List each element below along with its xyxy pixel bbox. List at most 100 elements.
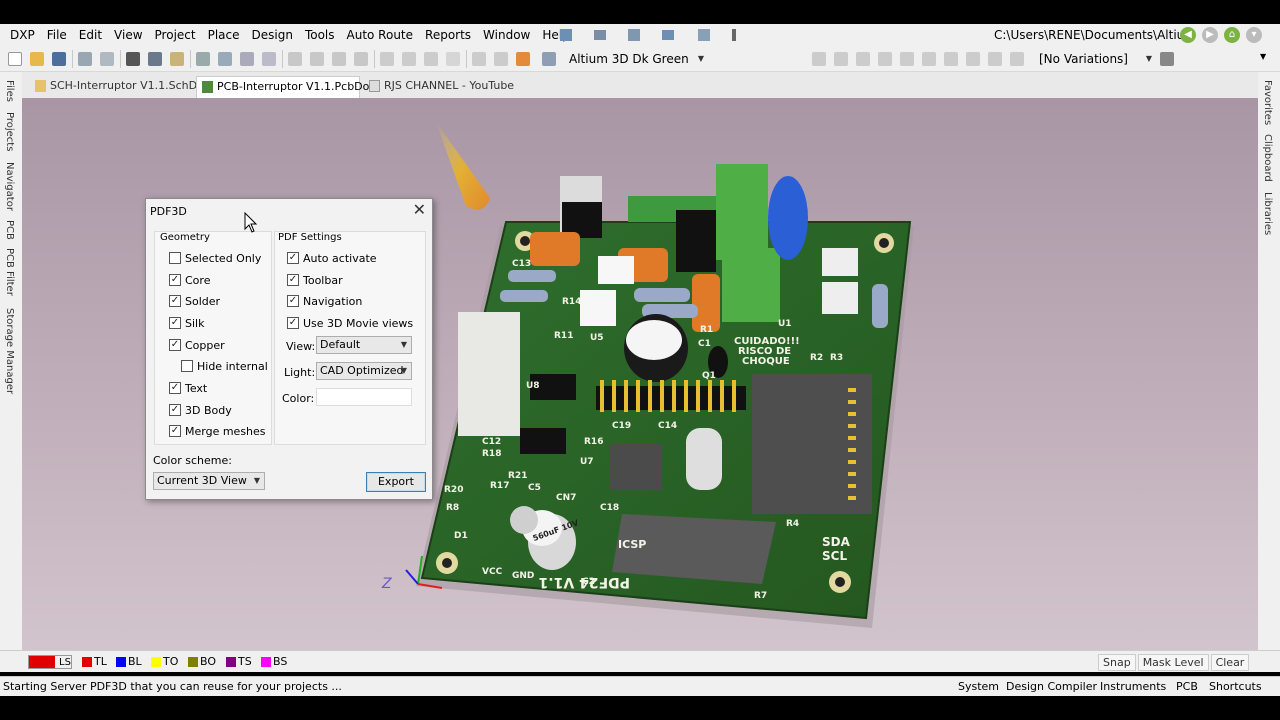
checkbox-toolbar[interactable]: ✓ Toolbar xyxy=(287,274,343,287)
menu-place[interactable]: Place xyxy=(202,24,246,46)
checkbox-selected-only[interactable]: Selected Only xyxy=(169,252,261,265)
checkbox-silk[interactable]: ✓ Silk xyxy=(169,317,204,330)
zoom-fit-icon[interactable] xyxy=(196,52,210,66)
clear-filter-icon[interactable] xyxy=(446,52,460,66)
back-icon[interactable]: ◀ xyxy=(1180,27,1196,43)
string-icon[interactable] xyxy=(988,52,1002,66)
new-document-icon[interactable] xyxy=(8,52,22,66)
arc-icon[interactable] xyxy=(922,52,936,66)
move-icon[interactable] xyxy=(402,52,416,66)
panel-tab-libraries[interactable]: Libraries xyxy=(1262,192,1273,235)
redo-icon[interactable] xyxy=(494,52,508,66)
forward-icon[interactable]: ▶ xyxy=(1202,27,1218,43)
menu-project[interactable]: Project xyxy=(149,24,202,46)
menu-toolbar-icons[interactable] xyxy=(558,27,738,43)
menu-chevron-icon[interactable]: ▾ xyxy=(1246,27,1262,43)
zoom-filter-icon[interactable] xyxy=(262,52,276,66)
status-panel-pcb[interactable]: PCB xyxy=(1176,680,1198,693)
checkbox-navigation[interactable]: ✓ Navigation xyxy=(287,295,362,308)
checkbox-auto-activate[interactable]: ✓ Auto activate xyxy=(287,252,377,265)
menu-view[interactable]: View xyxy=(108,24,148,46)
panel-tab-pcb[interactable]: PCB xyxy=(4,220,15,240)
light-select[interactable]: CAD Optimized ▼ xyxy=(316,362,412,380)
panel-tab-favorites[interactable]: Favorites xyxy=(1262,80,1273,125)
close-icon[interactable]: ✕ xyxy=(413,201,426,219)
status-panel-shortcuts[interactable]: Shortcuts xyxy=(1209,680,1262,693)
checkbox-solder[interactable]: ✓ Solder xyxy=(169,295,220,308)
edit-pencil-icon[interactable] xyxy=(516,52,530,66)
status-panel-system[interactable]: System xyxy=(958,680,999,693)
panel-tab-storage-manager[interactable]: Storage Manager xyxy=(4,308,15,394)
3d-view-icon[interactable] xyxy=(126,52,140,66)
home-icon[interactable]: ⌂ xyxy=(1224,27,1240,43)
checkbox-3d-movie-views[interactable]: ✓ Use 3D Movie views xyxy=(287,317,413,330)
zoom-area-icon[interactable] xyxy=(218,52,232,66)
route-multi-icon[interactable] xyxy=(856,52,870,66)
checkbox-core[interactable]: ✓ Core xyxy=(169,274,210,287)
tab-pcb-document[interactable]: PCB-Interruptor V1.1.PcbDoc xyxy=(196,76,375,98)
route-diff-icon[interactable] xyxy=(834,52,848,66)
checkbox-3d-body[interactable]: ✓ 3D Body xyxy=(169,404,232,417)
export-button[interactable]: Export xyxy=(366,472,426,492)
print-icon[interactable] xyxy=(78,52,92,66)
cut-icon[interactable] xyxy=(288,52,302,66)
zoom-selected-icon[interactable] xyxy=(240,52,254,66)
checkbox-text[interactable]: ✓ Text xyxy=(169,382,207,395)
deselect-icon[interactable] xyxy=(424,52,438,66)
menu-file[interactable]: File xyxy=(41,24,73,46)
fill-icon[interactable] xyxy=(944,52,958,66)
layer-tab-bs[interactable]: BS xyxy=(261,655,287,669)
clear-button[interactable]: Clear xyxy=(1210,654,1250,671)
route-icon[interactable] xyxy=(812,52,826,66)
menu-dxp[interactable]: DXP xyxy=(0,24,41,46)
layer-tab-bo[interactable]: BO xyxy=(188,655,216,669)
toolbar-overflow-icon[interactable]: ▼ xyxy=(1260,52,1266,61)
menu-window[interactable]: Window xyxy=(477,24,536,46)
variant-manager-icon[interactable] xyxy=(1160,52,1174,66)
checkbox-merge-meshes[interactable]: ✓ Merge meshes xyxy=(169,425,266,438)
view-config-icon[interactable] xyxy=(542,52,556,66)
menu-tools[interactable]: Tools xyxy=(299,24,341,46)
panel-tab-pcb-filter[interactable]: PCB Filter xyxy=(4,248,15,296)
component-icon[interactable] xyxy=(1010,52,1024,66)
color-field[interactable] xyxy=(316,388,412,406)
tab-sch-document[interactable]: SCH-Interruptor V1.1.SchDoc xyxy=(30,76,210,98)
panel-tab-navigator[interactable]: Navigator xyxy=(4,162,15,211)
checkbox-copper[interactable]: ✓ Copper xyxy=(169,339,225,352)
panel-tab-projects[interactable]: Projects xyxy=(4,112,15,151)
mask-level-button[interactable]: Mask Level xyxy=(1137,654,1209,671)
select-area-icon[interactable] xyxy=(380,52,394,66)
panel-tab-files[interactable]: Files xyxy=(4,80,15,102)
layer-tab-ls[interactable]: LS xyxy=(28,655,72,669)
menu-auto-route[interactable]: Auto Route xyxy=(341,24,420,46)
via-icon[interactable] xyxy=(878,52,892,66)
layer-tab-tl[interactable]: TL xyxy=(82,655,107,669)
copy-icon[interactable] xyxy=(310,52,324,66)
status-panel-instruments[interactable]: Instruments xyxy=(1100,680,1166,693)
color-scheme-select[interactable]: Current 3D View ▼ xyxy=(153,472,265,490)
view-configuration-select[interactable]: Altium 3D Dk Green ▼ xyxy=(566,49,708,69)
paste-icon[interactable] xyxy=(332,52,346,66)
checkbox-hide-internal[interactable]: Hide internal xyxy=(181,360,268,373)
pad-icon[interactable] xyxy=(900,52,914,66)
undo-icon[interactable] xyxy=(472,52,486,66)
menu-reports[interactable]: Reports xyxy=(419,24,477,46)
status-panel-design-compiler[interactable]: Design Compiler xyxy=(1006,680,1097,693)
view-select[interactable]: Default ▼ xyxy=(316,336,412,354)
menu-edit[interactable]: Edit xyxy=(73,24,108,46)
layer-icon[interactable] xyxy=(170,52,184,66)
layer-tab-ts[interactable]: TS xyxy=(226,655,252,669)
save-icon[interactable] xyxy=(52,52,66,66)
layer-tab-to[interactable]: TO xyxy=(151,655,178,669)
tab-youtube[interactable]: RJS CHANNEL - YouTube xyxy=(364,76,514,98)
board-icon[interactable] xyxy=(148,52,162,66)
open-folder-icon[interactable] xyxy=(30,52,44,66)
polygon-icon[interactable] xyxy=(966,52,980,66)
print-preview-icon[interactable] xyxy=(100,52,114,66)
panel-tab-clipboard[interactable]: Clipboard xyxy=(1262,134,1273,182)
layer-tab-bl[interactable]: BL xyxy=(116,655,142,669)
menu-design[interactable]: Design xyxy=(246,24,299,46)
variations-select[interactable]: [No Variations] ▼ xyxy=(1036,49,1156,69)
snap-button[interactable]: Snap xyxy=(1098,654,1136,671)
rubber-stamp-icon[interactable] xyxy=(354,52,368,66)
